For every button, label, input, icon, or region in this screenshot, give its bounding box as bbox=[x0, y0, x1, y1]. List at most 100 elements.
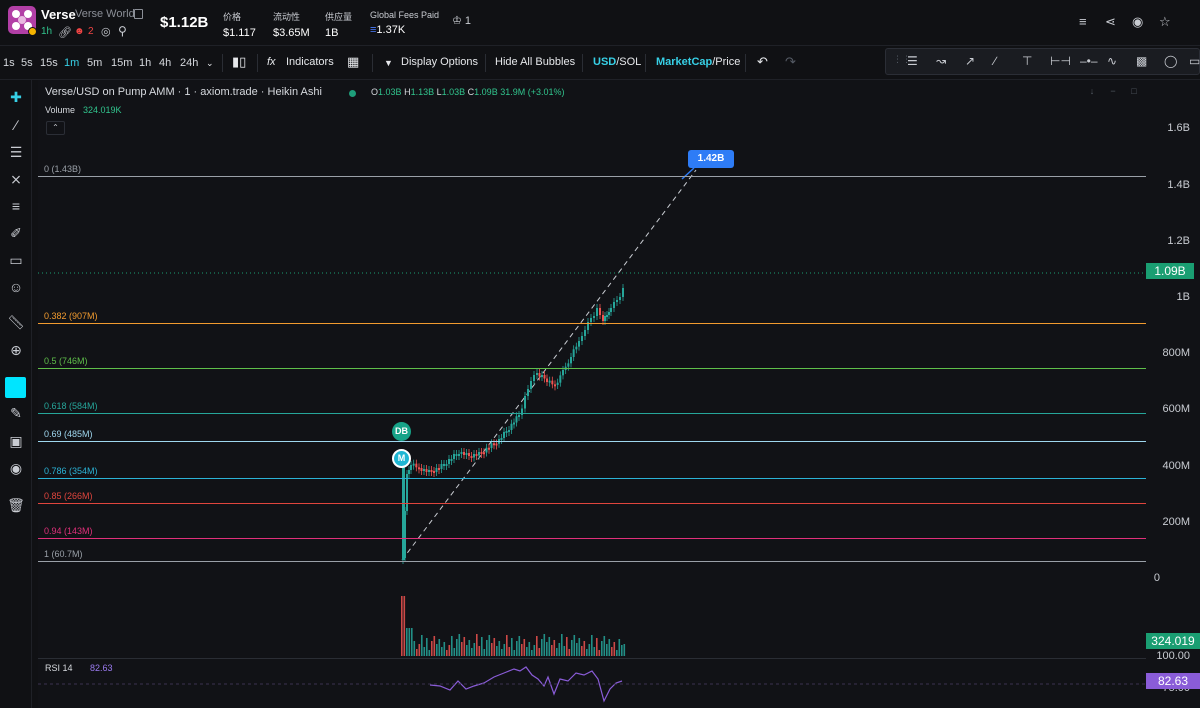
timeframe-1h[interactable]: 1h bbox=[139, 57, 151, 69]
redo-icon[interactable]: ↷ bbox=[785, 54, 796, 70]
volume-bar bbox=[483, 649, 486, 656]
timeframe-4h[interactable]: 4h bbox=[159, 57, 171, 69]
fib-line bbox=[38, 503, 1146, 504]
volume-bar bbox=[441, 647, 443, 656]
indicators-icon[interactable]: fx bbox=[267, 56, 276, 68]
link-icon[interactable]: 🔗︎ bbox=[58, 26, 72, 39]
rsi-pane[interactable]: RSI 14 82.63 bbox=[38, 658, 1146, 708]
emoji-icon[interactable]: ☺ bbox=[7, 278, 25, 296]
price-chart[interactable]: Verse/USD on Pump AMM · 1 · axiom.trade … bbox=[38, 80, 1146, 658]
crosshair-icon[interactable]: ✚ bbox=[7, 88, 25, 106]
fib-label: 0.85 (266M) bbox=[44, 491, 93, 501]
volume-bar bbox=[476, 634, 478, 656]
lock-icon[interactable]: ▣ bbox=[7, 432, 25, 450]
timeframe-15s[interactable]: 15s bbox=[40, 57, 58, 69]
volume-bar bbox=[556, 648, 558, 656]
price-tick: 800M bbox=[1162, 347, 1190, 359]
dev-buy-bubble[interactable]: DB bbox=[392, 422, 411, 441]
rsi-label: RSI 14 bbox=[45, 663, 73, 673]
horizontal-segment-icon[interactable]: –•– bbox=[1080, 54, 1098, 68]
minimize-pane-icon[interactable]: − bbox=[1106, 86, 1120, 99]
star-icon[interactable]: ☆ bbox=[1159, 14, 1171, 30]
candle-type-icon[interactable]: ▮▯ bbox=[232, 54, 246, 70]
brush-icon[interactable]: ✐ bbox=[7, 224, 25, 242]
timeframe-15m[interactable]: 15m bbox=[111, 57, 132, 69]
candle bbox=[613, 302, 615, 308]
horizontal-lines-icon[interactable]: ☰ bbox=[907, 54, 918, 68]
target-price-label[interactable]: 1.42B bbox=[688, 150, 734, 168]
display-options-button[interactable]: Display Options bbox=[401, 56, 478, 68]
volume-bar bbox=[536, 636, 538, 656]
extended-line-icon[interactable]: ∕ bbox=[994, 54, 996, 68]
zoom-in-icon[interactable]: ⊕ bbox=[7, 341, 25, 359]
volume-label: Volume bbox=[45, 105, 76, 115]
candle bbox=[408, 470, 410, 474]
ohlc-open: 1.03B bbox=[378, 87, 402, 97]
volume-bar bbox=[603, 636, 606, 656]
ray-icon[interactable]: ↗ bbox=[965, 54, 975, 68]
migration-bubble[interactable]: M bbox=[392, 449, 411, 468]
undo-icon[interactable]: ↶ bbox=[757, 54, 768, 70]
currency-usd: USD bbox=[593, 56, 617, 68]
trash-icon[interactable]: 🗑︎ bbox=[7, 496, 25, 514]
market-cap: $1.12B bbox=[160, 14, 209, 31]
timeframe-dropdown-icon[interactable]: ⌄ bbox=[206, 58, 214, 69]
ellipse-tool-icon[interactable]: ◯ bbox=[1164, 54, 1177, 68]
share-icon[interactable]: ⋖ bbox=[1105, 14, 1116, 30]
price-tick: 1.4B bbox=[1167, 179, 1190, 191]
ohlc-readout: O1.03B H1.13B L1.03B C1.09B 31.9M (+3.01… bbox=[371, 87, 565, 97]
measure-icon[interactable]: ⊢⊣ bbox=[1050, 54, 1071, 68]
candle bbox=[530, 381, 532, 389]
eye-icon[interactable]: ◉ bbox=[1132, 14, 1143, 30]
metric-toggle[interactable]: MarketCap/Price bbox=[656, 56, 740, 68]
ruler-icon[interactable]: 📏︎ bbox=[7, 313, 25, 331]
list-settings-icon[interactable]: ≡ bbox=[1079, 14, 1087, 29]
stat-supply: 供应量 1B bbox=[325, 10, 352, 39]
currency-toggle[interactable]: USD/SOL bbox=[593, 56, 641, 68]
pitchfork-icon[interactable]: ⨯ bbox=[7, 170, 25, 188]
fib-retracement-icon[interactable]: ≡ bbox=[7, 197, 25, 215]
timeframe-5s[interactable]: 5s bbox=[21, 57, 33, 69]
timeframe-24h[interactable]: 24h bbox=[180, 57, 198, 69]
display-options-caret-icon[interactable]: ▼ bbox=[384, 58, 393, 68]
volume-bar bbox=[438, 639, 441, 656]
crown-icon[interactable]: ♔ 1 bbox=[452, 14, 471, 27]
copy-icon[interactable] bbox=[134, 9, 143, 19]
color-swatch[interactable] bbox=[5, 377, 26, 398]
scroll-down-icon[interactable]: ↓ bbox=[1085, 86, 1099, 99]
timeframe-5m[interactable]: 5m bbox=[87, 57, 102, 69]
volume-bar bbox=[511, 638, 513, 656]
ohlc-low: 1.03B bbox=[441, 87, 466, 97]
search-icon[interactable]: ⚲ bbox=[118, 24, 127, 38]
hide-bubbles-button[interactable]: Hide All Bubbles bbox=[495, 56, 575, 68]
zigzag-icon[interactable]: ∿ bbox=[1107, 54, 1117, 68]
vertical-ray-icon[interactable]: ⊤ bbox=[1022, 54, 1032, 68]
candle bbox=[438, 468, 440, 470]
rectangle-tool-icon[interactable]: ▩ bbox=[1136, 54, 1147, 68]
timeframe-1m[interactable]: 1m bbox=[64, 57, 79, 69]
volume-bar bbox=[551, 645, 553, 656]
indicators-button[interactable]: Indicators bbox=[286, 56, 334, 68]
candle bbox=[423, 469, 425, 471]
text-note-icon[interactable]: ▭ bbox=[7, 251, 25, 269]
timeframe-1s[interactable]: 1s bbox=[3, 57, 15, 69]
horizontal-line-icon[interactable]: ☰ bbox=[7, 143, 25, 161]
layout-grid-icon[interactable]: ▦ bbox=[347, 54, 359, 70]
candle bbox=[513, 422, 515, 425]
trendline-icon[interactable]: ∕ bbox=[7, 116, 25, 134]
volume-bar bbox=[518, 636, 521, 656]
stat-label: 供应量 bbox=[325, 12, 353, 22]
globe-icon[interactable]: ◎ bbox=[101, 25, 111, 38]
volume-bar bbox=[571, 640, 573, 656]
visibility-icon[interactable]: ◉ bbox=[7, 459, 25, 477]
price-axis[interactable]: 1.6B 1.4B 1.2B 1B 800M 600M 400M 200M 0 … bbox=[1146, 80, 1200, 708]
volume-bar bbox=[433, 636, 436, 656]
maximize-pane-icon[interactable]: □ bbox=[1127, 86, 1141, 99]
lock-drawing-icon[interactable]: ✎ bbox=[7, 404, 25, 422]
collapse-legend-button[interactable]: ⌃ bbox=[46, 121, 65, 135]
candle bbox=[483, 452, 485, 455]
candle bbox=[455, 454, 458, 456]
trend-path-icon[interactable]: ↝ bbox=[936, 54, 946, 68]
more-tools-icon[interactable]: ▭ bbox=[1189, 54, 1200, 68]
volume-bar bbox=[446, 650, 448, 656]
